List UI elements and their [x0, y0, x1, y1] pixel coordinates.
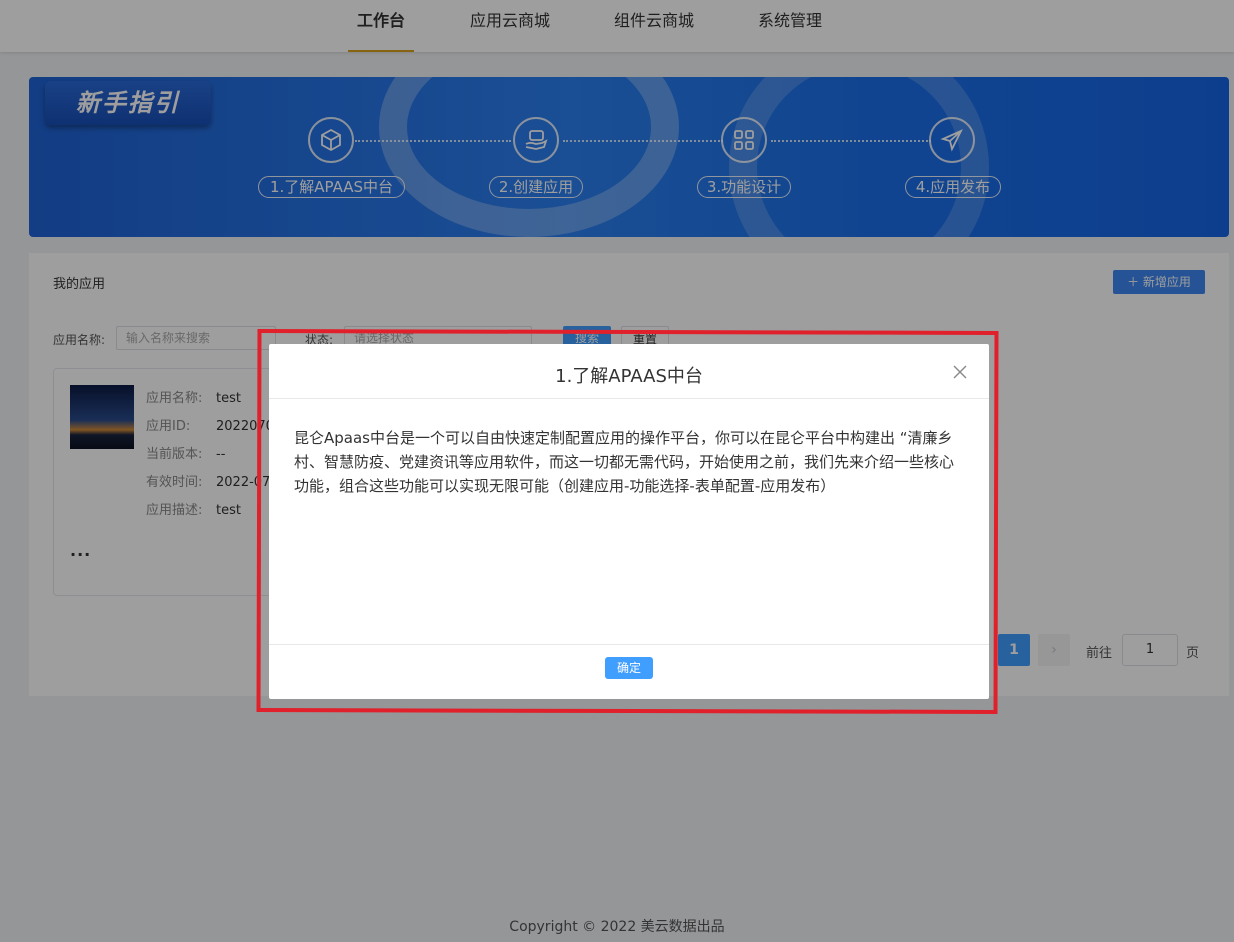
- highlight-annotation-box: [256, 329, 999, 714]
